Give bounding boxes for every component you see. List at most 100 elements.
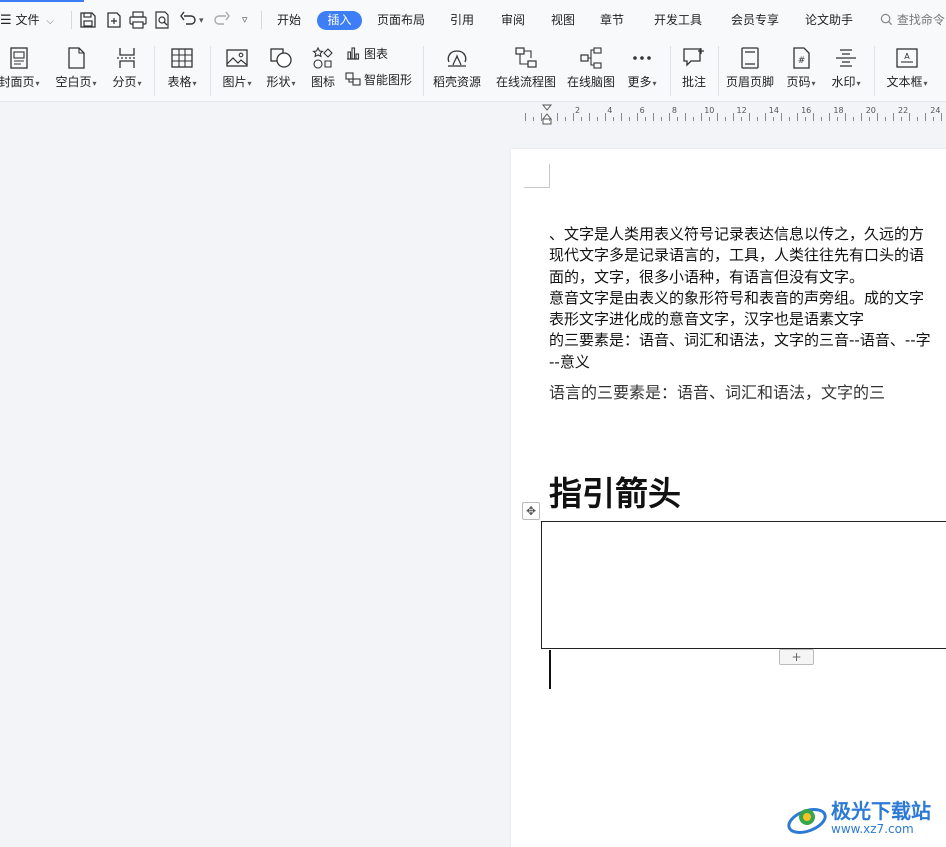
ruler-tick — [669, 113, 670, 121]
online-flowchart-button[interactable]: 在线流程图 — [494, 42, 558, 98]
more-label: 更多 — [627, 75, 652, 89]
page-break-icon — [117, 48, 137, 68]
indent-marker-icon[interactable] — [542, 104, 552, 126]
body-line-1[interactable]: 、文字是人类用表义符号记录表达信息以传之，久远的方 — [549, 224, 924, 244]
ruler-number: 4 — [607, 106, 613, 115]
print-preview-icon[interactable] — [152, 10, 172, 30]
table-button[interactable]: 表格▾ — [160, 42, 204, 98]
ruler-tick — [797, 113, 798, 121]
site-logo-icon — [787, 808, 827, 834]
header-footer-button[interactable]: 页眉页脚 — [722, 42, 778, 98]
chevron-down-icon: ⌵ — [46, 16, 54, 27]
shape-button[interactable]: 形状▾ — [260, 42, 302, 98]
body-line-3[interactable]: 面的，文字，很多小语种，有语言但没有文字。 — [549, 267, 864, 287]
body-line-4[interactable]: 意音文字是由表义的象形符号和表音的声旁组。成的文字 — [549, 288, 924, 308]
tab-home[interactable]: 开始 — [277, 11, 301, 29]
online-mindmap-button[interactable]: 在线脑图 — [564, 42, 618, 98]
body-line-serif[interactable]: 语言的三要素是：语音、词汇和语法，文字的三 — [549, 383, 885, 403]
smart-art-button[interactable]: 智能图形 — [345, 70, 412, 90]
export-pdf-icon[interactable] — [104, 10, 124, 30]
tab-developer-tools[interactable]: 开发工具 — [654, 11, 702, 29]
ruler-tick — [837, 117, 838, 121]
tab-thesis-assistant[interactable]: 论文助手 — [805, 11, 853, 29]
ruler-tick — [717, 113, 718, 121]
picture-icon — [226, 49, 248, 67]
dropdown-caret-icon: ▾ — [137, 79, 142, 88]
hamburger-icon: ☰ — [0, 13, 12, 28]
ruler-tick — [845, 113, 846, 121]
save-icon[interactable] — [78, 10, 98, 30]
ruler-tick — [621, 113, 622, 121]
tab-review[interactable]: 审阅 — [501, 11, 525, 29]
ruler-tick — [605, 113, 606, 121]
ruler-number: 6 — [639, 106, 645, 115]
textbox-label: 文本框 — [886, 75, 923, 89]
chart-button[interactable]: 图表 — [345, 44, 388, 64]
tab-page-layout[interactable]: 页面布局 — [377, 11, 425, 29]
file-menu[interactable]: ☰ 文件 ⌵ — [0, 11, 54, 31]
icons-button[interactable]: 图标 — [306, 42, 340, 98]
undo-dropdown-icon[interactable]: ▾ — [199, 12, 204, 30]
tab-view[interactable]: 视图 — [551, 11, 575, 29]
ruler-tick — [877, 113, 878, 121]
header-footer-label: 页眉页脚 — [725, 75, 774, 89]
command-search[interactable]: 查找命令 — [880, 11, 945, 29]
menu-divider — [261, 11, 262, 29]
watermark-url: www.xz7.com — [831, 822, 914, 836]
customize-toolbar-icon[interactable]: ▿ — [242, 11, 248, 29]
ruler-number: 2 — [575, 106, 581, 115]
body-line-7[interactable]: --意义 — [549, 352, 590, 372]
page-number-label: 页码 — [786, 75, 811, 89]
ruler-tick — [733, 113, 734, 121]
docer-resource-button[interactable]: 稻壳资源 — [430, 42, 484, 98]
textbox-button[interactable]: A 文本框▾ — [880, 42, 934, 98]
menu-divider — [71, 11, 72, 29]
active-indicator — [0, 0, 84, 2]
ribbon-divider — [154, 46, 155, 96]
print-icon[interactable] — [128, 10, 148, 30]
undo-icon[interactable] — [178, 10, 198, 30]
online-mindmap-label: 在线脑图 — [566, 75, 615, 89]
heading-text[interactable]: 指引箭头 — [549, 467, 681, 515]
tab-insert[interactable]: 插入 — [317, 11, 362, 30]
tab-member-exclusive[interactable]: 会员专享 — [731, 11, 779, 29]
cover-page-button[interactable]: 封面页▾ — [0, 42, 44, 98]
blank-page-button[interactable]: 空白页▾ — [50, 42, 102, 98]
picture-button[interactable]: 图片▾ — [216, 42, 258, 98]
shape-label: 形状 — [266, 75, 291, 89]
horizontal-ruler[interactable]: 2 4 6 8 10 12 14 16 18 20 22 24 — [511, 104, 946, 126]
ruler-number: 12 — [736, 106, 747, 115]
ruler-tick — [637, 113, 638, 121]
icons-icon — [312, 46, 333, 69]
ruler-tick — [917, 117, 918, 121]
tab-chapter[interactable]: 章节 — [600, 11, 624, 29]
ruler-tick — [557, 113, 558, 121]
search-icon — [880, 13, 893, 26]
tab-references[interactable]: 引用 — [450, 11, 474, 29]
blank-page-icon — [68, 47, 85, 69]
ruler-tick — [613, 117, 614, 121]
ruler-tick — [573, 113, 574, 121]
smart-art-label: 智能图形 — [364, 73, 413, 87]
body-line-2[interactable]: 现代文字多是记录语言的，工具，人类往往先有口头的语 — [549, 245, 924, 265]
body-line-5[interactable]: 表形文字进化成的意音文字，汉字也是语素文字 — [549, 309, 864, 329]
comment-button[interactable]: 批注 — [676, 42, 712, 98]
ruler-tick — [685, 113, 686, 121]
ruler-number: 18 — [833, 106, 844, 115]
ruler-tick — [725, 117, 726, 121]
watermark-button[interactable]: 水印▾ — [826, 42, 866, 98]
more-button[interactable]: 更多▾ — [622, 42, 662, 98]
body-line-6[interactable]: 的三要素是：语音、词汇和语法，文字的三音--语音、--字 — [549, 330, 931, 350]
ruler-tick — [773, 117, 774, 121]
ruler-tick — [853, 117, 854, 121]
page-number-button[interactable]: # 页码▾ — [780, 42, 822, 98]
add-table-row-button[interactable]: + — [779, 649, 814, 665]
picture-label: 图片 — [222, 75, 247, 89]
table-move-handle[interactable]: ✥ — [522, 502, 540, 520]
table-cell[interactable] — [541, 521, 946, 649]
insert-ribbon: 封面页▾ 空白页▾ 分页▾ 表格▾ 图片▾ 形状▾ 图标 图表 智能图形 稻壳资… — [0, 40, 946, 102]
ruler-tick — [549, 117, 550, 121]
watermark-label: 水印 — [831, 75, 856, 89]
page-break-button[interactable]: 分页▾ — [106, 42, 148, 98]
redo-icon[interactable] — [212, 10, 232, 30]
